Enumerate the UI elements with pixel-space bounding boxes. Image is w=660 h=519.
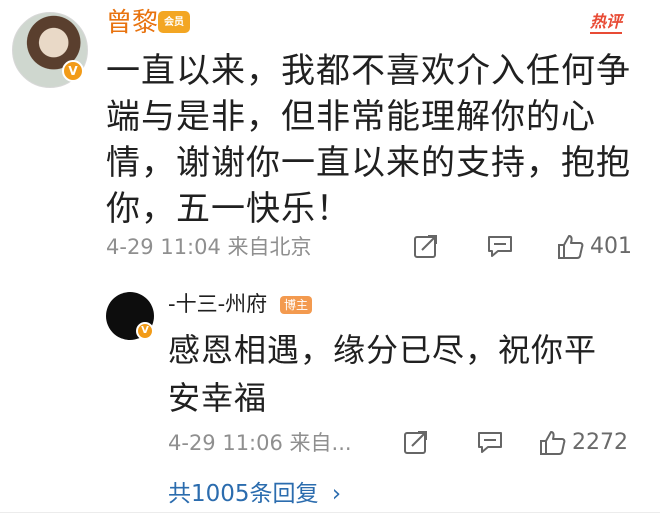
more-replies-link[interactable]: 共1005条回复 › bbox=[168, 478, 341, 510]
divider bbox=[0, 512, 660, 513]
share-icon bbox=[414, 235, 437, 258]
reply-comment-button[interactable] bbox=[476, 428, 504, 465]
reply-like-button[interactable]: 2272 bbox=[538, 428, 628, 458]
member-badge-label: 会员 bbox=[164, 17, 184, 28]
verified-badge-icon: V bbox=[136, 322, 154, 340]
reply-button[interactable] bbox=[486, 232, 514, 269]
thumbs-up-icon bbox=[540, 431, 566, 455]
member-badge-icon: 会员 bbox=[158, 11, 190, 33]
reply-share-button[interactable] bbox=[402, 428, 430, 465]
comment-text: 一直以来，我都不喜欢介入任何争端与是非，但非常能理解你的心情，谢谢你一直以来的支… bbox=[106, 51, 631, 229]
more-replies-label: 共1005条回复 bbox=[168, 481, 319, 507]
commenter-username[interactable]: 曾黎 bbox=[106, 6, 158, 40]
like-count: 401 bbox=[590, 234, 632, 259]
thumbs-up-icon bbox=[558, 235, 584, 259]
share-button[interactable] bbox=[412, 232, 440, 269]
author-tag: 博主 bbox=[280, 296, 313, 314]
like-button[interactable]: 401 bbox=[556, 232, 632, 262]
comment-icon bbox=[478, 432, 502, 453]
verified-badge-icon: V bbox=[62, 60, 84, 82]
reply-like-count: 2272 bbox=[572, 430, 628, 455]
hot-comment-tag: 热评 bbox=[590, 12, 623, 34]
comment-meta: 4-29 11:04 来自北京 bbox=[106, 235, 312, 259]
reply-text: 感恩相遇，缘分已尽，祝你平安幸福 bbox=[168, 331, 598, 417]
share-icon bbox=[404, 431, 427, 454]
chevron-right-icon: › bbox=[331, 481, 342, 507]
reply-meta: 4-29 11:06 来自... bbox=[168, 431, 352, 455]
replier-username[interactable]: -十三-州府 bbox=[168, 289, 267, 319]
comment-icon bbox=[488, 236, 512, 257]
